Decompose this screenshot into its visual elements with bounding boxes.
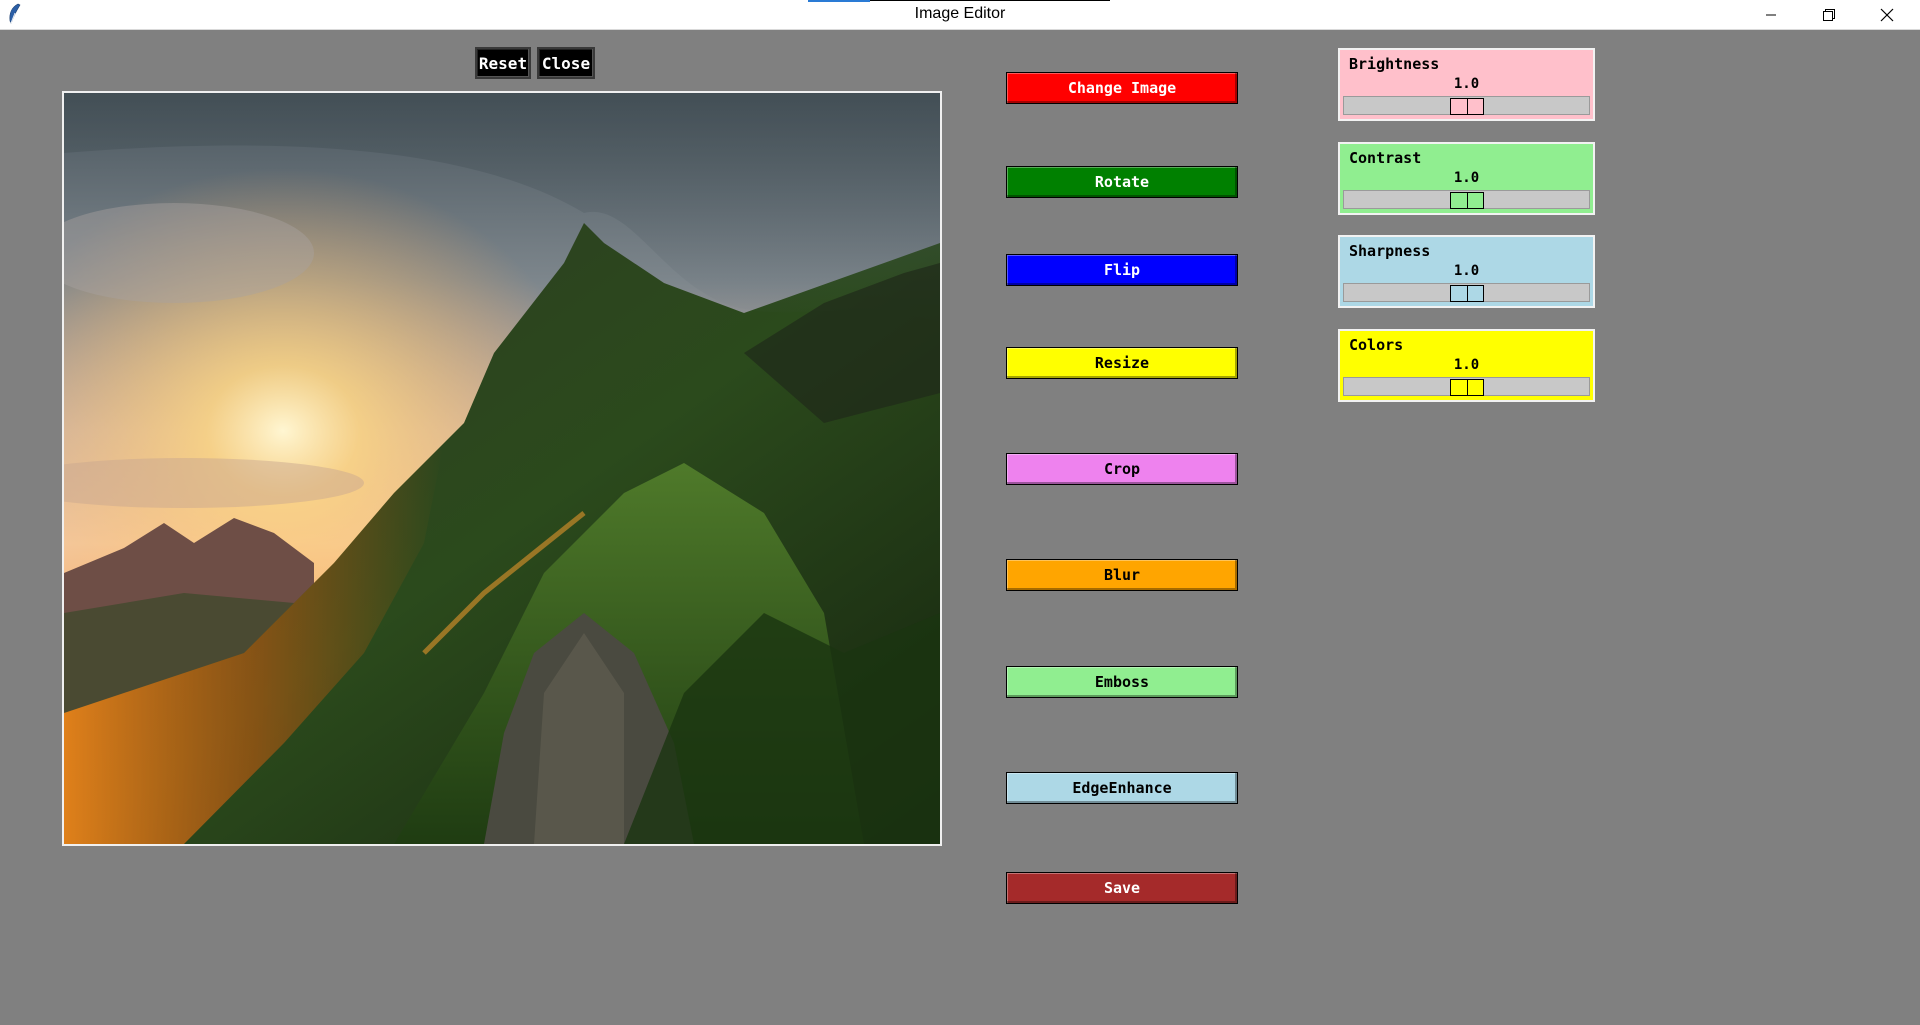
title-bar: Image Editor [0, 0, 1920, 30]
brightness-slider[interactable] [1343, 96, 1590, 115]
title-bar-accent [808, 0, 870, 2]
sharpness-label: Sharpness [1349, 242, 1431, 260]
title-bar-accent-line [870, 0, 1110, 1]
sharpness-value: 1.0 [1453, 263, 1480, 279]
save-button[interactable]: Save [1006, 872, 1238, 904]
reset-button[interactable]: Reset [475, 47, 531, 79]
change-image-button[interactable]: Change Image [1006, 72, 1238, 104]
contrast-panel: Contrast 1.0 [1338, 142, 1595, 215]
sharpness-slider[interactable] [1343, 283, 1590, 302]
crop-button[interactable]: Crop [1006, 453, 1238, 485]
contrast-slider-handle[interactable] [1449, 192, 1484, 209]
colors-slider[interactable] [1343, 377, 1590, 396]
resize-button[interactable]: Resize [1006, 347, 1238, 379]
landscape-photo [64, 93, 940, 844]
contrast-slider[interactable] [1343, 190, 1590, 209]
image-canvas[interactable] [62, 91, 942, 846]
sharpness-slider-handle[interactable] [1449, 285, 1484, 302]
minimize-button[interactable] [1742, 0, 1800, 29]
close-button[interactable]: Close [537, 47, 595, 79]
colors-panel: Colors 1.0 [1338, 329, 1595, 402]
colors-label: Colors [1349, 336, 1404, 354]
minimize-icon [1766, 14, 1776, 15]
restore-icon [1823, 8, 1835, 21]
emboss-button[interactable]: Emboss [1006, 666, 1238, 698]
colors-slider-handle[interactable] [1449, 379, 1484, 396]
contrast-label: Contrast [1349, 149, 1422, 167]
colors-value: 1.0 [1453, 357, 1480, 373]
restore-button[interactable] [1800, 0, 1858, 29]
rotate-button[interactable]: Rotate [1006, 166, 1238, 198]
close-window-button[interactable] [1858, 0, 1916, 29]
contrast-value: 1.0 [1453, 170, 1480, 186]
blur-button[interactable]: Blur [1006, 559, 1238, 591]
brightness-value: 1.0 [1453, 76, 1480, 92]
brightness-label: Brightness [1349, 55, 1440, 73]
close-icon [1880, 8, 1894, 21]
window-title: Image Editor [914, 5, 1006, 22]
flip-button[interactable]: Flip [1006, 254, 1238, 286]
brightness-slider-handle[interactable] [1449, 98, 1484, 115]
edge-enhance-button[interactable]: EdgeEnhance [1006, 772, 1238, 804]
brightness-panel: Brightness 1.0 [1338, 48, 1595, 121]
sharpness-panel: Sharpness 1.0 [1338, 235, 1595, 308]
